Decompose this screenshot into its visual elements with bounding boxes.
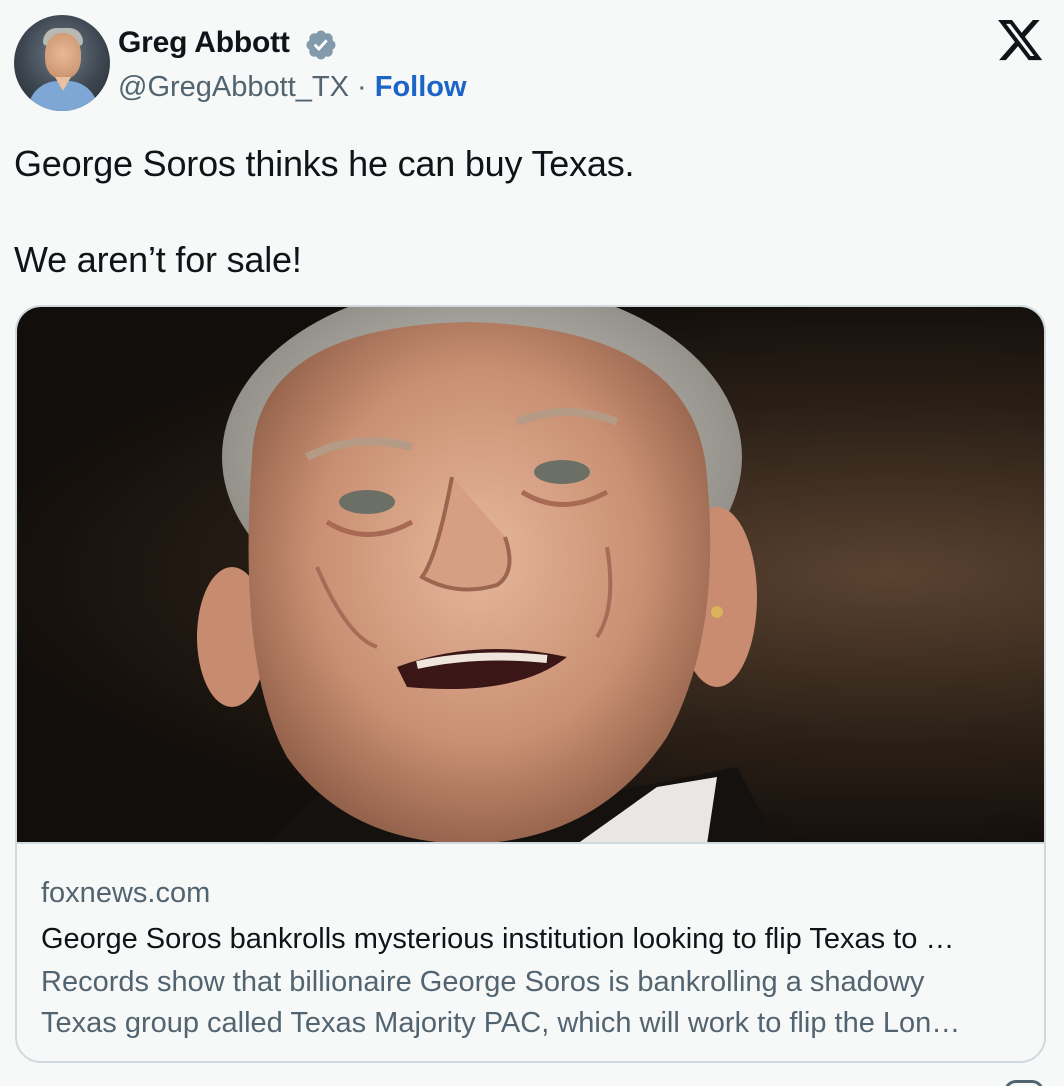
card-title[interactable]: George Soros bankrolls mysterious instit…: [41, 923, 1020, 956]
card-description-line: Records show that billionaire George Sor…: [41, 966, 925, 998]
info-icon[interactable]: [1004, 1080, 1044, 1086]
tweet-line: George Soros thinks he can buy Texas.: [14, 143, 635, 184]
avatar[interactable]: [14, 15, 110, 111]
portrait-illustration: [197, 307, 776, 842]
handle-separator: ·: [357, 71, 367, 103]
follow-link[interactable]: Follow: [375, 71, 467, 103]
author-handle[interactable]: @GregAbbott_TX: [118, 71, 349, 103]
card-description-line: Texas group called Texas Majority PAC, w…: [41, 1007, 961, 1039]
card-image[interactable]: [17, 307, 1044, 844]
x-logo-icon[interactable]: [998, 20, 1044, 62]
handle-row: @GregAbbott_TX · Follow: [118, 71, 467, 104]
tweet-embed: Greg Abbott @GregAbbott_TX · Follow Geor…: [0, 0, 1064, 1086]
verified-badge-icon: [306, 30, 336, 60]
author-name[interactable]: Greg Abbott: [118, 26, 290, 60]
card-domain: foxnews.com: [41, 877, 211, 909]
tweet-text: George Soros thinks he can buy Texas. We…: [14, 140, 635, 284]
card-meta: foxnews.com George Soros bankrolls myste…: [41, 877, 1020, 1044]
card-description: Records show that billionaire George Sor…: [41, 962, 1020, 1044]
avatar-face: [45, 33, 81, 79]
link-card[interactable]: foxnews.com George Soros bankrolls myste…: [15, 305, 1046, 1063]
tweet-line: We aren’t for sale!: [14, 239, 302, 280]
